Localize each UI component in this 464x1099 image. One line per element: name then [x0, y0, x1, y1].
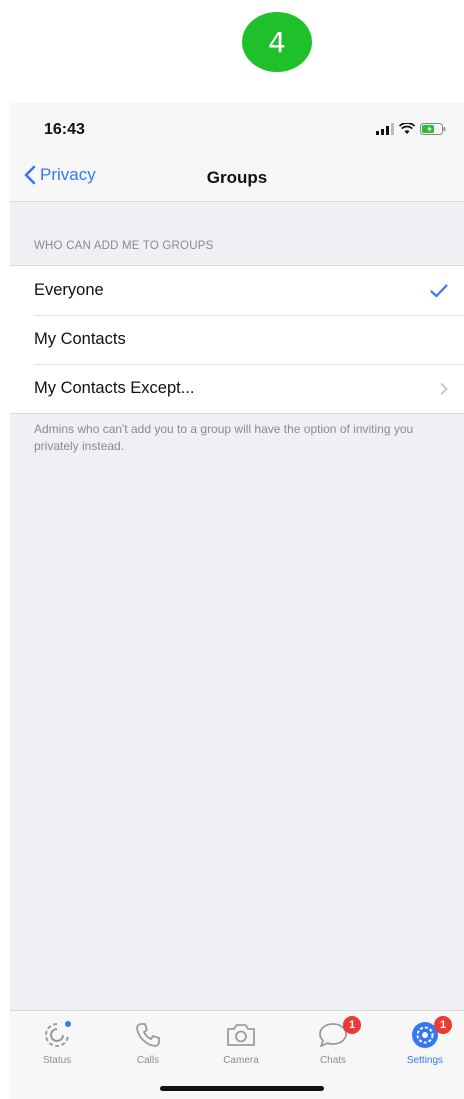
- group-permission-options: Everyone My Contacts My Contacts Except.…: [10, 265, 464, 414]
- tab-label: Camera: [223, 1055, 259, 1066]
- option-label: My Contacts: [34, 330, 126, 348]
- status-bar: 16:43: [10, 103, 464, 155]
- battery-icon: [420, 123, 446, 135]
- settings-badge: 1: [434, 1016, 452, 1034]
- tab-chats[interactable]: 1 Chats: [298, 1016, 368, 1066]
- status-update-dot: [65, 1021, 71, 1027]
- page-title: Groups: [206, 168, 268, 187]
- wifi-icon: [399, 123, 415, 134]
- status-icons: [376, 123, 446, 135]
- footer-note: Admins who can't add you to a group will…: [34, 422, 414, 453]
- tab-label: Settings: [406, 1055, 444, 1066]
- status-time: 16:43: [44, 121, 85, 138]
- tab-camera[interactable]: Camera: [206, 1019, 276, 1066]
- navigation-bar: Privacy Groups: [10, 155, 464, 202]
- tab-label: Status: [42, 1055, 72, 1066]
- phone-icon: [136, 1023, 160, 1047]
- step-number-badge: 4: [242, 12, 312, 72]
- option-label: My Contacts Except...: [34, 379, 195, 397]
- tab-settings[interactable]: 1 Settings: [390, 1016, 460, 1066]
- option-label: Everyone: [34, 281, 104, 299]
- tab-label: Calls: [136, 1055, 160, 1066]
- signal-icon: [376, 123, 394, 135]
- tab-status[interactable]: Status: [22, 1019, 92, 1066]
- home-indicator[interactable]: [160, 1086, 324, 1091]
- option-everyone[interactable]: Everyone: [10, 266, 464, 315]
- unread-badge: 1: [343, 1016, 361, 1034]
- tab-label: Chats: [319, 1055, 347, 1066]
- option-my-contacts[interactable]: My Contacts: [10, 315, 464, 364]
- chevron-right-icon: [440, 382, 448, 395]
- screenshot-canvas: 4 16:43 Privacy Groups WHO CAN ADD ME TO…: [0, 0, 464, 1099]
- section-header: WHO CAN ADD ME TO GROUPS: [34, 240, 214, 252]
- phone-screen: 16:43 Privacy Groups WHO CAN ADD ME TO G…: [10, 103, 464, 1099]
- tab-calls[interactable]: Calls: [113, 1019, 183, 1066]
- camera-icon: [227, 1024, 255, 1046]
- option-my-contacts-except[interactable]: My Contacts Except...: [10, 364, 464, 413]
- checkmark-icon: [430, 283, 448, 298]
